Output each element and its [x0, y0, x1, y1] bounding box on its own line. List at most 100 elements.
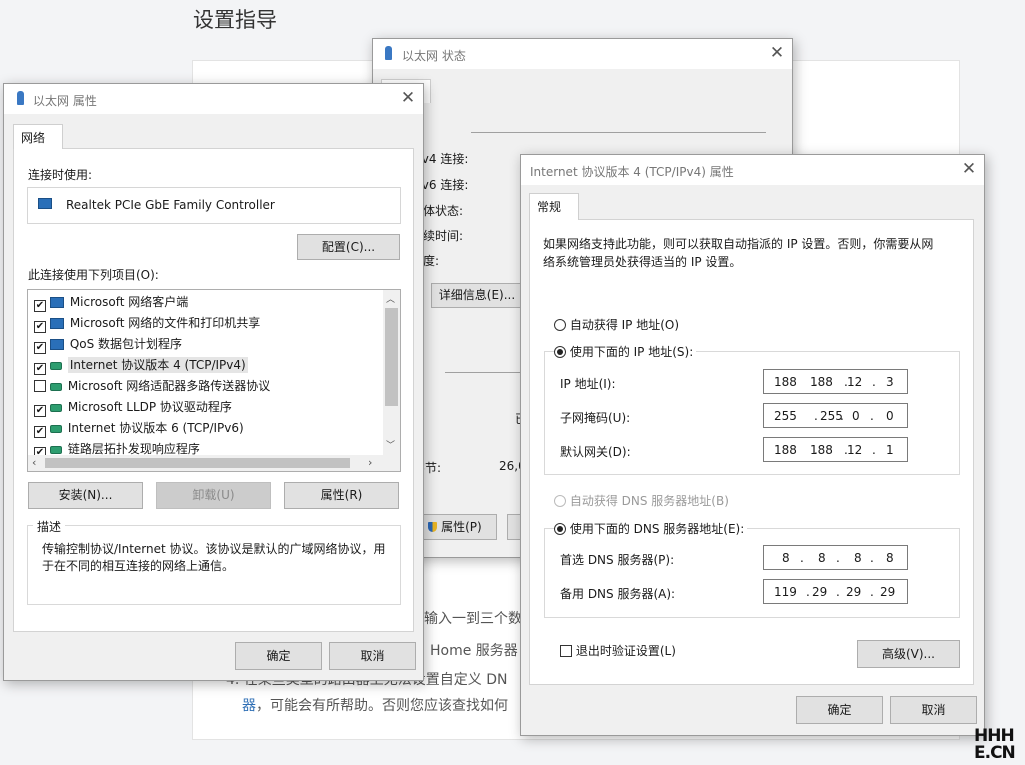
octet: 188	[810, 375, 833, 389]
auto-ip-option[interactable]: 自动获得 IP 地址(O)	[554, 316, 679, 333]
ipv4-ok-button[interactable]: 确定	[796, 696, 883, 724]
vertical-scrollbar[interactable]: ︿ ﹀	[383, 290, 400, 455]
horizontal-scrollbar[interactable]: ‹ ›	[28, 455, 400, 471]
auto-ip-radio[interactable]	[554, 319, 566, 331]
status-titlebar: 以太网 状态 ✕	[373, 39, 792, 69]
checkbox[interactable]: ✔	[34, 300, 46, 312]
intro-text: 如果网络支持此功能，则可以获取自动指派的 IP 设置。否则，你需要从网络系统管理…	[543, 237, 934, 269]
preferred-dns-label: 首选 DNS 服务器(P):	[560, 553, 675, 567]
page-link[interactable]: 器	[242, 698, 256, 714]
manual-dns-radio[interactable]	[554, 523, 566, 535]
network-adapter-icon	[385, 46, 392, 60]
tab-general[interactable]: 常规	[529, 193, 579, 220]
close-icon[interactable]: ✕	[765, 42, 789, 66]
details-button[interactable]: 详细信息(E)...	[431, 283, 523, 308]
list-item[interactable]: ✔ Microsoft LLDP 协议驱动程序	[34, 398, 232, 418]
octet: 8	[782, 551, 790, 565]
items-label: 此连接使用下列项目(O):	[28, 268, 159, 282]
page-heading: 设置指导	[193, 8, 277, 32]
subnet-mask-input[interactable]: 255. 255. 0. 0	[763, 403, 908, 428]
list-item[interactable]: ✔ Internet 协议版本 6 (TCP/IPv6)	[34, 419, 244, 439]
status-properties-button[interactable]: 属性(P)	[413, 514, 497, 540]
props-title: 以太网 属性	[33, 94, 97, 108]
protocol-icon	[50, 383, 62, 391]
octet: 255	[774, 409, 797, 423]
scroll-up-icon[interactable]: ︿	[386, 292, 395, 305]
advanced-button[interactable]: 高级(V)...	[857, 640, 960, 668]
list-item[interactable]: ✔ QoS 数据包计划程序	[34, 335, 182, 355]
scroll-left-icon[interactable]: ‹	[32, 456, 36, 469]
dot: .	[836, 585, 840, 599]
dot: .	[814, 409, 818, 423]
protocol-icon	[50, 446, 62, 454]
tab-network[interactable]: 网络	[13, 124, 63, 149]
protocol-icon	[50, 404, 62, 412]
gateway-input[interactable]: 188. 188. 12. 1	[763, 437, 908, 462]
checkbox[interactable]: ✔	[34, 342, 46, 354]
octet: 29	[812, 585, 828, 599]
item-properties-button[interactable]: 属性(R)	[284, 482, 399, 509]
scrollbar-thumb[interactable]	[385, 308, 398, 406]
checkbox[interactable]: ✔	[34, 405, 46, 417]
ok-button[interactable]: 确定	[235, 642, 322, 670]
hscrollbar-thumb[interactable]	[45, 458, 350, 468]
uninstall-button[interactable]: 卸载(U)	[156, 482, 271, 509]
ipv4-title: Internet 协议版本 4 (TCP/IPv4) 属性	[530, 165, 734, 179]
protocol-icon	[50, 362, 62, 370]
auto-dns-radio[interactable]	[554, 495, 566, 507]
connect-using-label: 连接时使用:	[28, 168, 93, 182]
octet: 8	[854, 551, 862, 565]
manual-ip-option[interactable]: 使用下面的 IP 地址(S):	[554, 343, 697, 360]
list-item[interactable]: ✔ Microsoft 网络客户端	[34, 293, 188, 313]
validate-option[interactable]: 退出时验证设置(L)	[560, 642, 676, 659]
validate-checkbox[interactable]	[560, 645, 572, 657]
scroll-down-icon[interactable]: ﹀	[386, 438, 395, 451]
cancel-button[interactable]: 取消	[329, 642, 416, 670]
close-icon[interactable]: ✕	[957, 158, 981, 182]
octet: 3	[886, 375, 894, 389]
dot: .	[870, 585, 874, 599]
status-title: 以太网 状态	[402, 49, 466, 63]
page-text-1: 输入一到三个数	[424, 611, 522, 627]
octet: 0	[852, 409, 860, 423]
network-adapter-icon	[17, 91, 24, 105]
octet: 188	[774, 443, 797, 457]
list-item-selected[interactable]: ✔ Internet 协议版本 4 (TCP/IPv4)	[34, 356, 248, 376]
items-list: ✔ Microsoft 网络客户端 ✔ Microsoft 网络的文件和打印机共…	[27, 289, 401, 472]
octet: 29	[846, 585, 862, 599]
watermark-line-2: E.CN	[974, 743, 1016, 763]
list-item-label: Microsoft 网络的文件和打印机共享	[69, 316, 261, 330]
manual-dns-option[interactable]: 使用下面的 DNS 服务器地址(E):	[554, 520, 748, 537]
checkbox[interactable]: ✔	[34, 426, 46, 438]
checkbox[interactable]: ✔	[34, 363, 46, 375]
manual-ip-radio[interactable]	[554, 346, 566, 358]
scroll-right-icon[interactable]: ›	[368, 456, 372, 469]
validate-label: 退出时验证设置(L)	[575, 644, 676, 658]
subnet-mask-label: 子网掩码(U):	[560, 411, 631, 425]
status-divider-2	[445, 372, 525, 373]
configure-button[interactable]: 配置(C)...	[297, 234, 400, 260]
list-item[interactable]: Microsoft 网络适配器多路传送器协议	[34, 377, 270, 397]
alternate-dns-input[interactable]: 119. 29. 29. 29	[763, 579, 908, 604]
gateway-label: 默认网关(D):	[560, 445, 631, 459]
ethernet-properties-window: 以太网 属性 ✕ 网络 连接时使用: Realtek PCIe GbE Fami…	[3, 83, 424, 681]
dot: .	[836, 551, 840, 565]
dot: .	[872, 443, 876, 457]
dot: .	[840, 409, 844, 423]
preferred-dns-input[interactable]: 8. 8. 8. 8	[763, 545, 908, 570]
adapter-name: Realtek PCIe GbE Family Controller	[66, 198, 275, 212]
list-item-label: Microsoft LLDP 协议驱动程序	[67, 400, 232, 414]
close-icon[interactable]: ✕	[396, 87, 420, 111]
list-item-label: Microsoft 网络适配器多路传送器协议	[67, 379, 271, 393]
octet: 29	[880, 585, 896, 599]
install-button[interactable]: 安装(N)...	[28, 482, 143, 509]
status-divider	[471, 132, 766, 133]
checkbox[interactable]: ✔	[34, 321, 46, 333]
list-item[interactable]: ✔ Microsoft 网络的文件和打印机共享	[34, 314, 260, 334]
auto-dns-option[interactable]: 自动获得 DNS 服务器地址(B)	[554, 492, 729, 509]
dns-group	[544, 528, 960, 618]
ipv4-cancel-button[interactable]: 取消	[890, 696, 977, 724]
checkbox[interactable]	[34, 380, 46, 392]
ip-address-input[interactable]: 188. 188. 12. 3	[763, 369, 908, 394]
list-item-label: Internet 协议版本 4 (TCP/IPv4)	[67, 357, 248, 373]
